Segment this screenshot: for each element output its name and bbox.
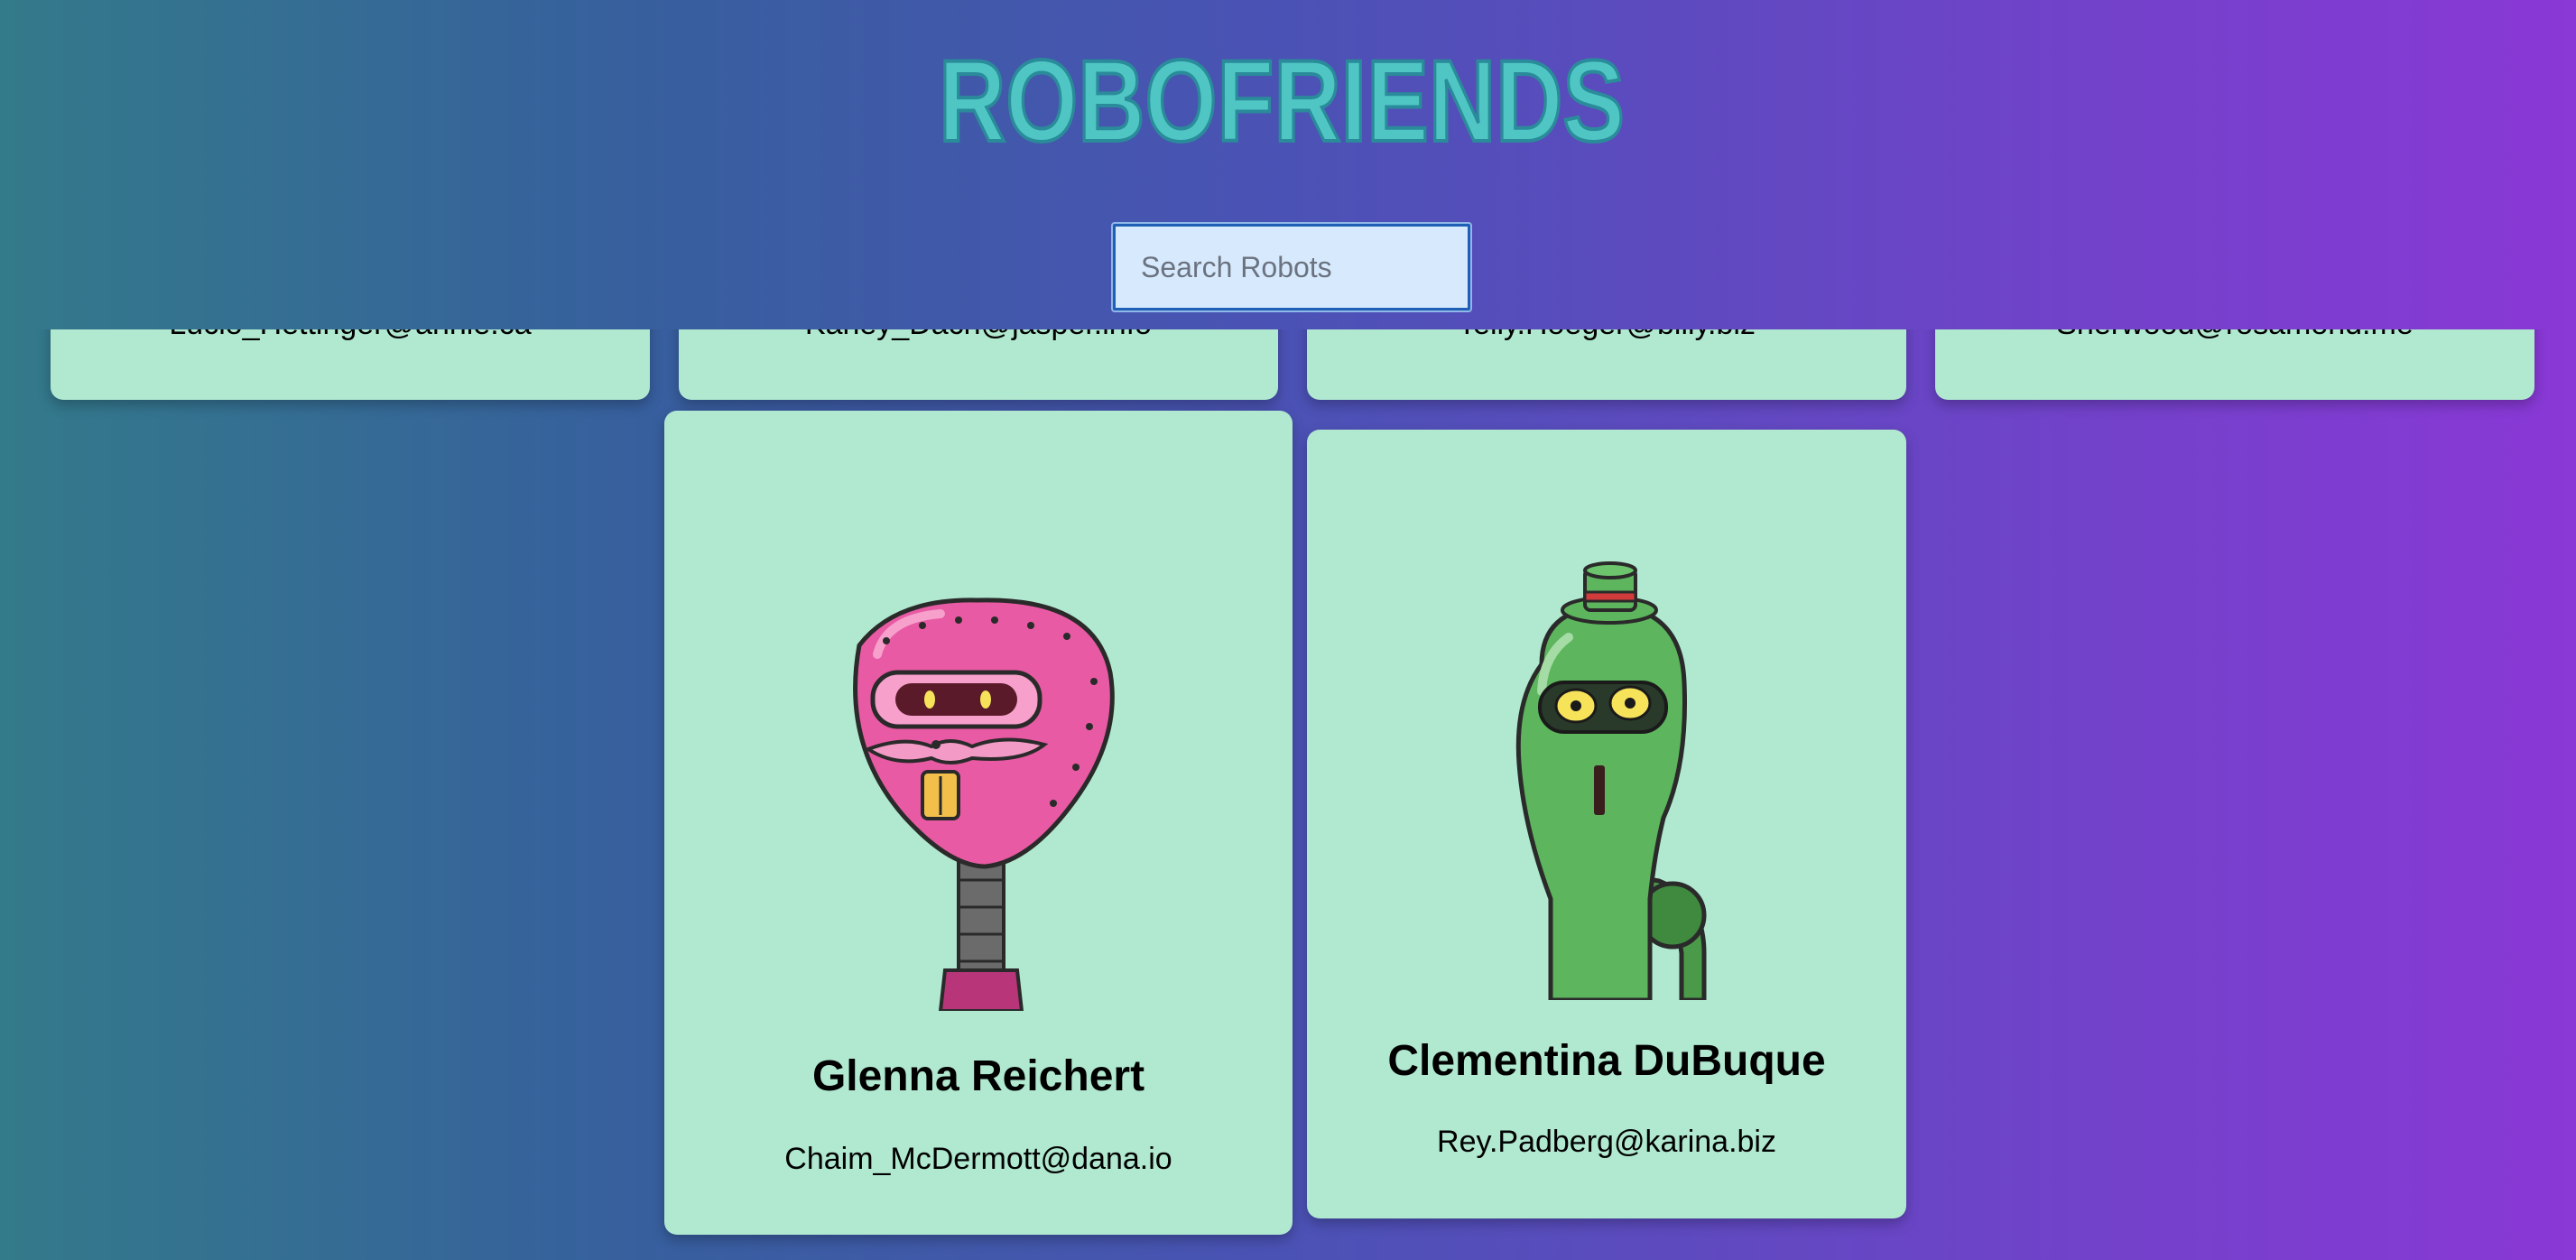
app-title-text: ROBOFRIENDS <box>939 45 1625 153</box>
robot-name: Clementina DuBuque <box>1387 1037 1826 1085</box>
header: ROBOFRIENDS <box>0 0 2576 329</box>
robot-card[interactable]: Glenna Reichert Chaim_McDermott@dana.io <box>664 411 1293 1235</box>
robot-name: Glenna Reichert <box>811 1052 1145 1100</box>
robot-card[interactable]: Clementina DuBuque Rey.Padberg@karina.bi… <box>1307 430 1906 1218</box>
search-input[interactable] <box>1111 222 1472 312</box>
app-title: ROBOFRIENDS <box>939 45 1626 153</box>
robot-email: Rey.Padberg@karina.biz <box>1437 1125 1776 1159</box>
robot-email: Chaim_McDermott@dana.io <box>784 1142 1172 1176</box>
pink-robot-avatar <box>853 598 1115 1011</box>
green-robot-avatar <box>1515 561 1707 1000</box>
